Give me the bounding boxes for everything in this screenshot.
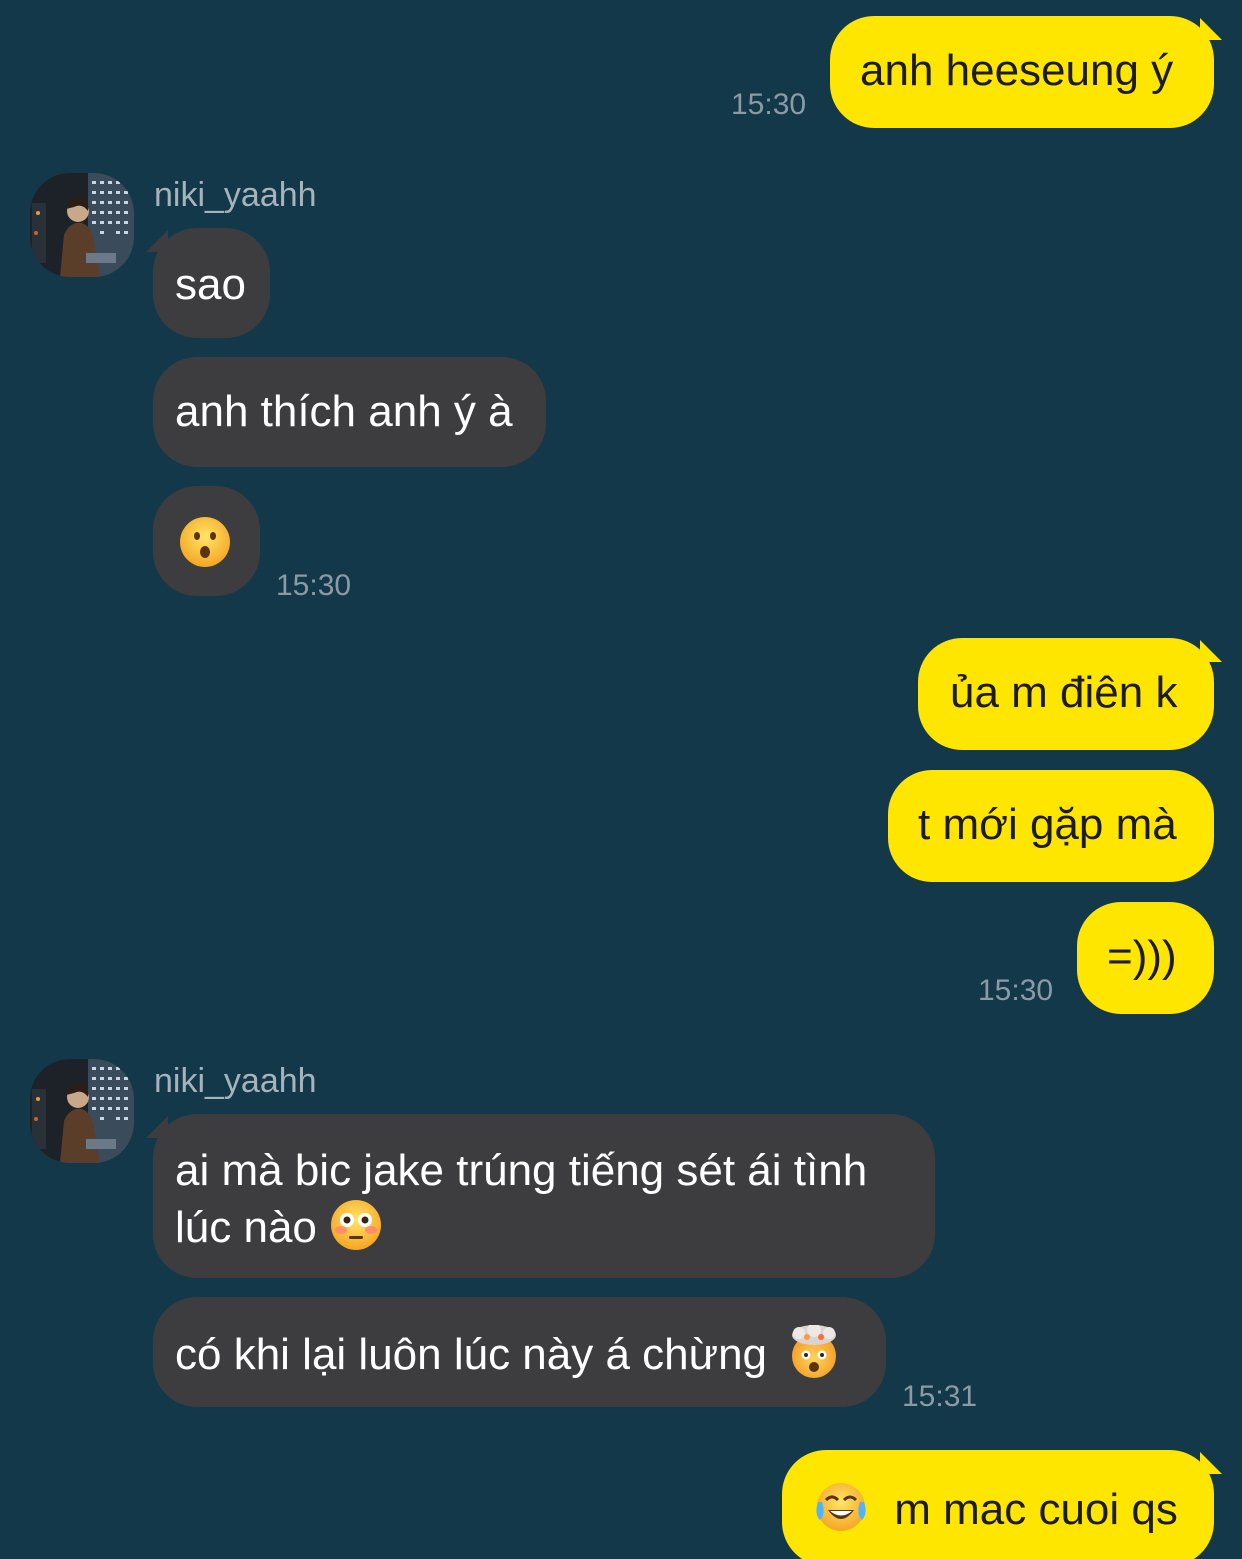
incoming-message-bubble[interactable]: sao bbox=[153, 228, 270, 338]
message-timestamp: 15:30 bbox=[276, 569, 352, 602]
message-text: có khi lại luôn lúc này á chừng bbox=[175, 1330, 768, 1379]
sender-name: niki_yaahh bbox=[154, 176, 317, 214]
message-text-line-2: lúc nào bbox=[175, 1203, 317, 1252]
bubble-tail bbox=[1200, 640, 1222, 662]
incoming-message-bubble[interactable] bbox=[153, 486, 260, 596]
outgoing-message-bubble[interactable]: =))) bbox=[1077, 902, 1214, 1014]
outgoing-message-bubble[interactable]: anh heeseung ý bbox=[830, 16, 1214, 128]
message-text: m mac cuoi qs bbox=[894, 1485, 1178, 1534]
flushed-face-emoji bbox=[329, 1198, 383, 1252]
outgoing-message-bubble[interactable]: m mac cuoi qs bbox=[782, 1450, 1214, 1559]
message-timestamp: 15:31 bbox=[902, 1380, 978, 1413]
chat-thread[interactable]: anh heeseung ý 15:30 niki_yaahh sao anh … bbox=[0, 0, 1242, 1559]
incoming-message-bubble[interactable]: ai mà bic jake trúng tiếng sét ái tình l… bbox=[153, 1114, 935, 1278]
message-text: ủa m điên k bbox=[950, 668, 1178, 717]
outgoing-message-bubble[interactable]: ủa m điên k bbox=[918, 638, 1214, 750]
exploding-head-emoji bbox=[787, 1323, 841, 1379]
avatar[interactable] bbox=[30, 173, 134, 277]
message-timestamp: 15:30 bbox=[731, 88, 807, 121]
message-text: anh heeseung ý bbox=[860, 46, 1174, 95]
tears-of-joy-emoji bbox=[814, 1480, 868, 1534]
message-text: sao bbox=[175, 260, 246, 309]
outgoing-message-bubble[interactable]: t mới gặp mà bbox=[888, 770, 1214, 882]
hushed-face-emoji bbox=[179, 516, 231, 581]
avatar[interactable] bbox=[30, 1059, 134, 1163]
sender-name: niki_yaahh bbox=[154, 1062, 317, 1100]
message-text: anh thích anh ý à bbox=[175, 387, 513, 436]
bubble-tail bbox=[1200, 1452, 1222, 1474]
message-timestamp: 15:30 bbox=[978, 974, 1054, 1007]
incoming-message-bubble[interactable]: anh thích anh ý à bbox=[153, 357, 546, 467]
bubble-tail bbox=[146, 1116, 168, 1138]
incoming-message-bubble[interactable]: có khi lại luôn lúc này á chừng bbox=[153, 1297, 886, 1407]
bubble-tail bbox=[1200, 18, 1222, 40]
bubble-tail bbox=[146, 230, 168, 252]
message-text: =))) bbox=[1107, 932, 1177, 981]
message-text: t mới gặp mà bbox=[918, 800, 1177, 849]
message-text-line-1: ai mà bic jake trúng tiếng sét ái tình bbox=[175, 1146, 868, 1195]
